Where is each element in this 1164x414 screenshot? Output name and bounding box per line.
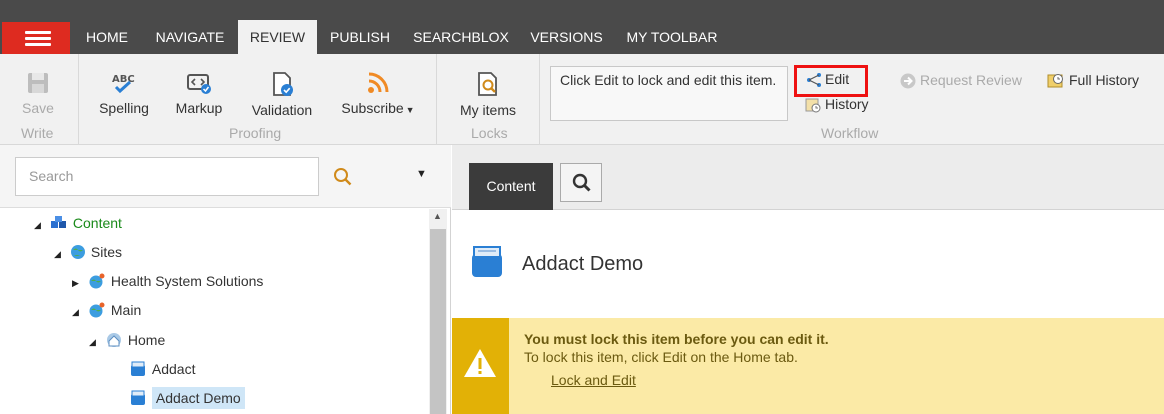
tree-node-addact-demo[interactable]: Addact Demo: [113, 386, 245, 410]
search-tab[interactable]: [560, 163, 602, 202]
tree-node-label: Health System Solutions: [110, 273, 264, 289]
tab-searchblox[interactable]: SEARCHBLOX: [403, 20, 519, 54]
svg-text:ABC: ABC: [112, 74, 135, 85]
lock-and-edit-link[interactable]: Lock and Edit: [551, 372, 636, 388]
my-items-icon: [478, 72, 497, 96]
tab-content[interactable]: Content: [469, 163, 553, 210]
collapse-arrow-icon[interactable]: ◢: [89, 330, 101, 354]
divider: [436, 54, 437, 145]
tree-node-label: Sites: [90, 244, 123, 260]
content-tree: ◢ Content ◢ Sites ▶ Health System Soluti…: [0, 209, 428, 414]
site-globe-icon: [89, 273, 105, 289]
full-history-label: Full History: [1069, 72, 1140, 88]
spelling-icon: ABC: [112, 74, 135, 94]
tree-node-label: Content: [72, 215, 122, 231]
content-icon: [50, 216, 66, 228]
editor-panel: Content Addact Demo You must lock this i…: [452, 145, 1164, 414]
tree-node-content[interactable]: ◢ Content: [34, 211, 122, 235]
tree-search-bar: Search ▼: [0, 145, 451, 208]
markup-icon: [187, 74, 211, 94]
spelling-label: Spelling: [99, 100, 149, 116]
rss-icon: [368, 72, 389, 93]
expand-arrow-icon[interactable]: ▶: [72, 271, 84, 295]
markup-label: Markup: [175, 100, 223, 116]
scrollbar-thumb[interactable]: [430, 229, 446, 414]
collapse-arrow-icon[interactable]: ◢: [72, 300, 84, 324]
search-input[interactable]: Search: [15, 157, 319, 196]
item-title: Addact Demo: [522, 253, 644, 275]
group-label-workflow: Workflow: [821, 125, 879, 141]
group-label-locks: Locks: [471, 125, 508, 141]
warning-icon: [464, 349, 496, 377]
ribbon: Save Write ABC Spelling Markup Validatio…: [0, 54, 1164, 145]
tree-scrollbar[interactable]: ▲: [429, 209, 447, 414]
tree-node-health-system-solutions[interactable]: ▶ Health System Solutions: [72, 269, 263, 293]
spelling-button[interactable]: ABC Spelling: [93, 71, 155, 116]
full-history-button[interactable]: Full History: [1046, 72, 1139, 90]
validation-label: Validation: [251, 102, 313, 118]
collapse-arrow-icon[interactable]: ◢: [54, 242, 66, 266]
tree-node-main[interactable]: ◢ Main: [72, 298, 141, 322]
tree-node-label: Home: [127, 332, 166, 348]
warning-icon-column: [452, 318, 509, 414]
caret-down-icon: ▼: [405, 105, 415, 115]
search-icon[interactable]: [333, 167, 353, 187]
request-review-button[interactable]: Request Review: [899, 72, 1022, 90]
content-tree-panel: Search ▼ ◢ Content ◢ Sites ▶ Health Syst…: [0, 145, 451, 414]
editor-tabbar: Content: [452, 145, 1164, 210]
edit-highlight: [794, 65, 868, 97]
item-box-icon: [130, 361, 145, 376]
request-review-label: Request Review: [920, 72, 1022, 88]
site-globe-icon: [89, 302, 105, 318]
warning-body: To lock this item, click Edit on the Hom…: [524, 349, 798, 365]
hamburger-icon-bar: [25, 43, 51, 46]
menu-button[interactable]: [2, 22, 70, 54]
search-icon: [572, 173, 591, 192]
tab-versions[interactable]: VERSIONS: [519, 20, 614, 54]
validation-icon: [273, 72, 293, 96]
history-button[interactable]: History: [804, 96, 869, 114]
save-icon: [28, 73, 48, 93]
group-label-write: Write: [21, 125, 54, 141]
history-icon: [805, 98, 821, 113]
lock-warning: You must lock this item before you can e…: [452, 318, 1164, 414]
save-button[interactable]: Save: [14, 71, 62, 116]
request-review-icon: [900, 73, 916, 89]
tree-node-label: Addact Demo: [151, 387, 245, 409]
validation-button[interactable]: Validation: [246, 71, 318, 118]
my-items-label: My items: [460, 102, 516, 118]
tab-my-toolbar[interactable]: MY TOOLBAR: [614, 20, 730, 54]
warning-title: You must lock this item before you can e…: [524, 331, 829, 347]
tab-review[interactable]: REVIEW: [238, 20, 317, 54]
history-label: History: [825, 96, 869, 112]
item-box-icon: [472, 246, 502, 277]
save-label: Save: [22, 100, 54, 116]
chevron-down-icon[interactable]: ▼: [416, 168, 427, 180]
top-navigation: HOME NAVIGATE REVIEW PUBLISH SEARCHBLOX …: [0, 0, 1164, 54]
hamburger-icon-bar: [25, 37, 51, 40]
globe-icon: [70, 245, 85, 259]
tree-node-label: Addact: [151, 361, 196, 377]
scroll-up-icon[interactable]: ▲: [433, 211, 442, 221]
tree-node-label: Main: [110, 302, 142, 318]
full-history-icon: [1047, 74, 1063, 88]
divider: [539, 54, 540, 145]
subscribe-label: Subscribe: [341, 100, 404, 116]
markup-button[interactable]: Markup: [170, 71, 228, 116]
tab-navigate[interactable]: NAVIGATE: [142, 20, 238, 54]
tree-node-sites[interactable]: ◢ Sites: [54, 240, 122, 264]
divider: [78, 54, 79, 145]
tab-publish[interactable]: PUBLISH: [317, 20, 403, 54]
hamburger-icon: [25, 31, 51, 34]
my-items-button[interactable]: My items: [455, 71, 521, 118]
tree-node-home[interactable]: ◢ Home: [89, 328, 165, 352]
collapse-arrow-icon[interactable]: ◢: [34, 213, 46, 237]
subscribe-button[interactable]: Subscribe ▼: [336, 71, 420, 116]
home-globe-icon: [106, 333, 121, 347]
tree-node-addact[interactable]: Addact: [113, 357, 195, 381]
item-box-icon: [130, 390, 145, 405]
tab-home[interactable]: HOME: [72, 20, 142, 54]
group-label-proofing: Proofing: [229, 125, 282, 141]
workflow-message: Click Edit to lock and edit this item.: [550, 66, 788, 121]
